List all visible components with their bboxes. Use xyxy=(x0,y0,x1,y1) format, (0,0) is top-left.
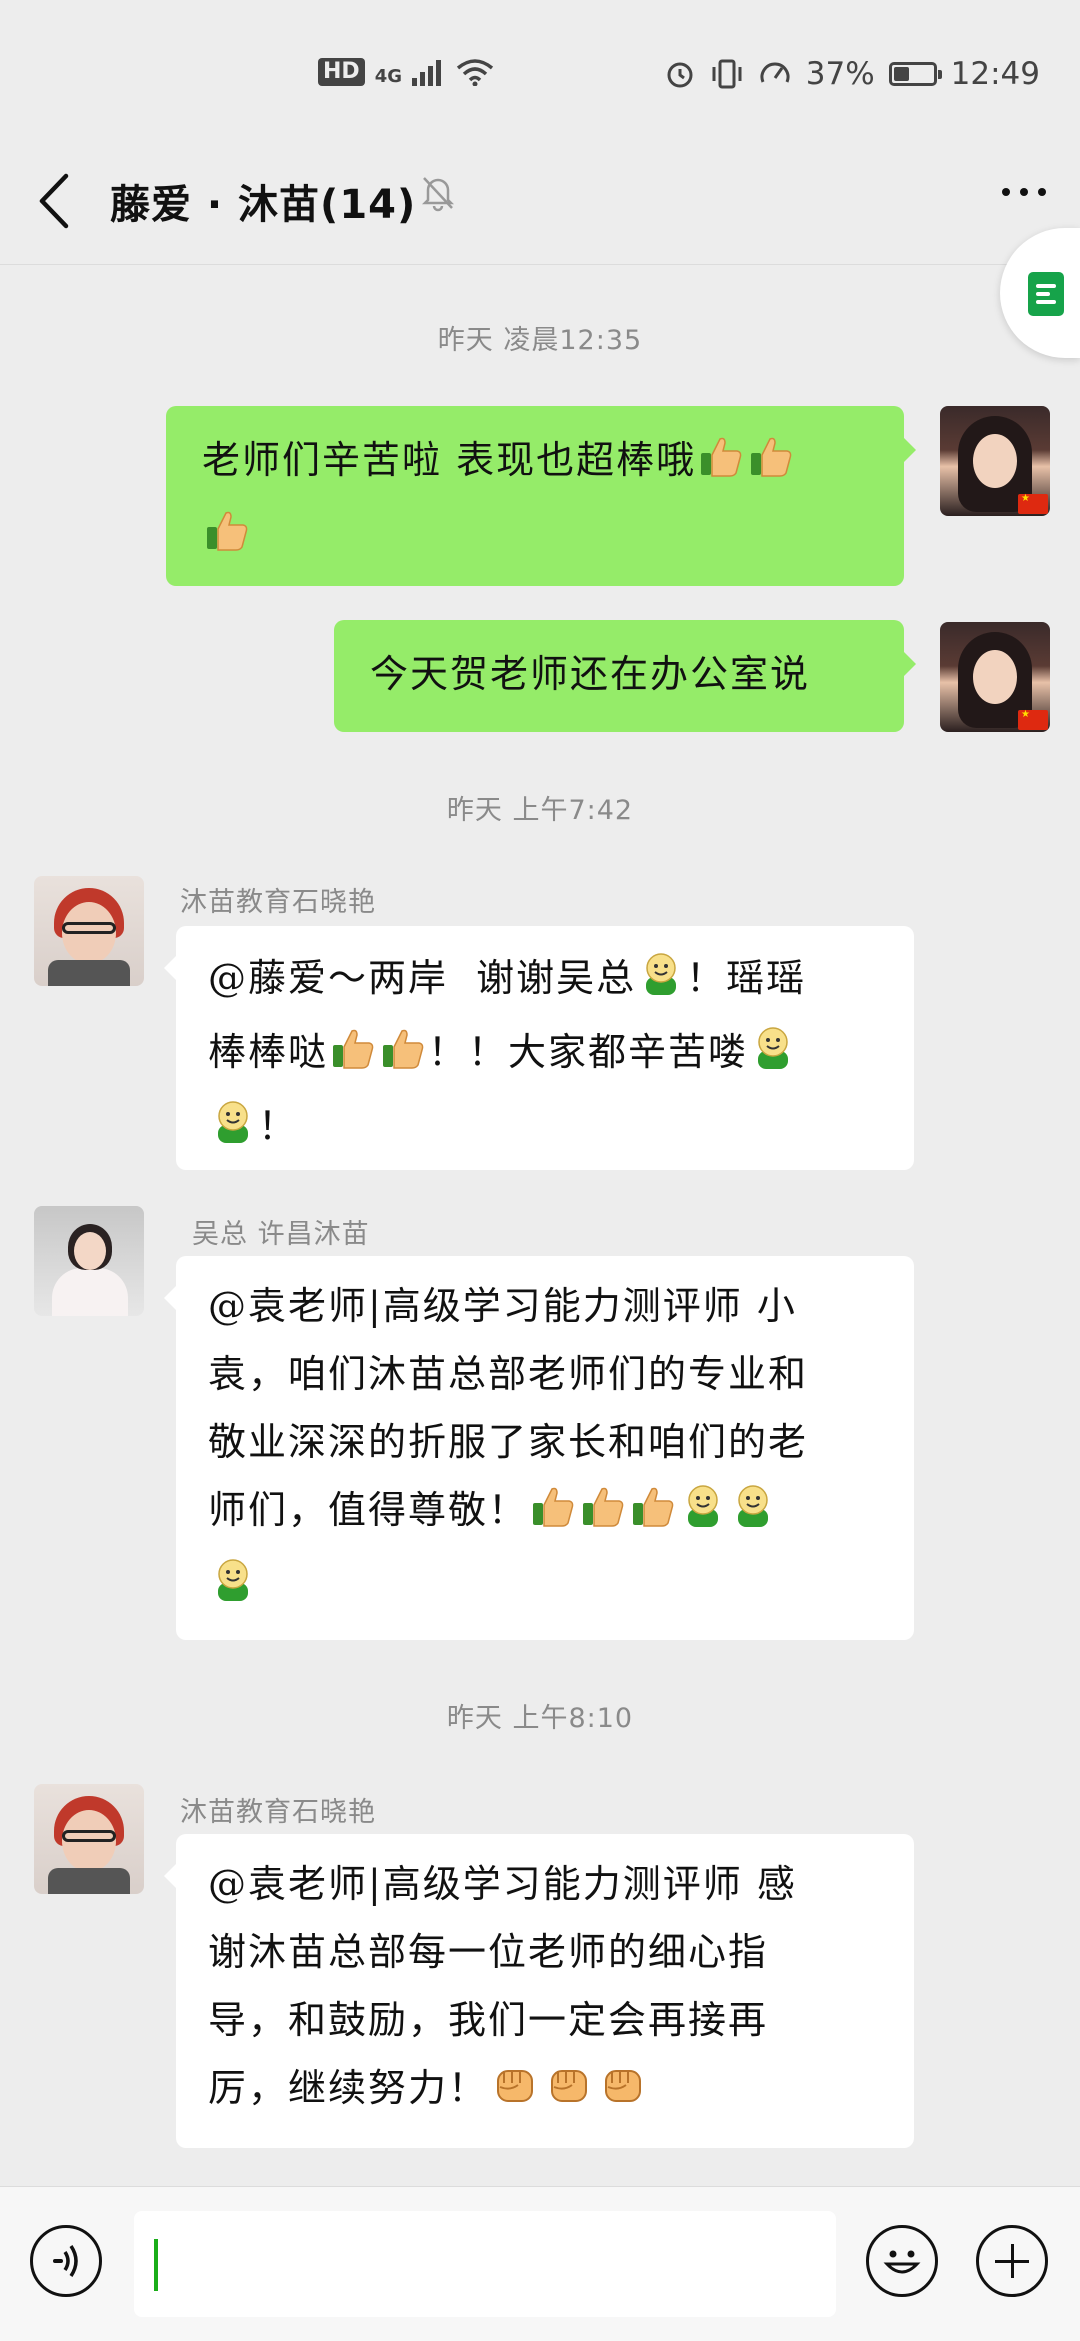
timestamp: 昨天 凌晨12:35 xyxy=(437,325,643,356)
text-caret xyxy=(154,2239,158,2291)
my-avatar[interactable] xyxy=(940,622,1050,732)
message-text: 谢沐苗总部每一位老师的细心指 xyxy=(208,1930,769,1974)
message-bubble[interactable]: @藤爱～两岸 谢谢吴总 ！瑶瑶 棒棒哒 ！！大家都辛苦喽 ！ xyxy=(164,926,914,1170)
wifi-icon xyxy=(456,59,494,86)
thumbs-up-emoji xyxy=(630,1482,676,1550)
message-text: 厉，继续努力！ xyxy=(208,2066,489,2110)
my-avatar[interactable] xyxy=(940,406,1050,516)
plus-icon[interactable] xyxy=(976,2225,1048,2297)
my-message-bubble[interactable]: 今天贺老师还在办公室说 xyxy=(334,620,916,732)
smile-emoji xyxy=(210,1556,256,1624)
input-bar xyxy=(0,2186,1080,2341)
fist-emoji xyxy=(598,2060,648,2128)
chat-title: 藤爱 · 沐苗(14) xyxy=(110,182,417,228)
message-input[interactable] xyxy=(134,2211,836,2317)
smile-emoji xyxy=(730,1482,776,1550)
thumbs-up-emoji xyxy=(698,432,744,500)
sender-name: 吴总 许昌沐苗 xyxy=(192,1219,370,1250)
sender-avatar[interactable] xyxy=(34,876,144,986)
timestamp: 昨天 上午8:10 xyxy=(446,1703,634,1734)
thumbs-up-emoji xyxy=(530,1482,576,1550)
note-doc-icon xyxy=(1028,272,1064,316)
message-bubble[interactable]: @袁老师|高级学习能力测评师 小 袁，咱们沐苗总部老师们的专业和 敬业深深的折服… xyxy=(164,1256,914,1640)
message-text: 导，和鼓励，我们一定会再接再 xyxy=(208,1998,769,2042)
more-dots-icon[interactable] xyxy=(1002,188,1046,196)
message-text: 师们，值得尊敬！ xyxy=(208,1488,529,1532)
battery-percent: 37% xyxy=(805,56,875,92)
thumbs-up-emoji xyxy=(380,1024,426,1092)
back-arrow-icon[interactable] xyxy=(30,166,82,236)
thumbs-up-emoji xyxy=(204,506,250,574)
thumbs-up-emoji xyxy=(748,432,794,500)
network-type: 4G xyxy=(374,66,402,87)
battery-icon xyxy=(888,62,942,86)
message-text: ！瑶瑶 xyxy=(686,956,807,1000)
sender-avatar[interactable] xyxy=(34,1784,144,1894)
message-text: @藤爱～两岸 谢谢吴总 xyxy=(208,956,637,1000)
smile-emoji xyxy=(210,1098,256,1166)
timestamp: 昨天 上午7:42 xyxy=(446,795,634,826)
smile-emoji xyxy=(680,1482,726,1550)
sender-name: 沐苗教育石晓艳 xyxy=(180,887,376,918)
thumbs-up-emoji xyxy=(580,1482,626,1550)
message-text: ！！大家都辛苦喽 xyxy=(428,1030,749,1074)
thumbs-up-emoji xyxy=(330,1024,376,1092)
signal-icon xyxy=(412,60,441,86)
mute-bell-icon xyxy=(421,177,455,212)
status-right: 37% 12:49 xyxy=(664,56,1040,92)
china-flag-icon xyxy=(1018,709,1048,730)
message-text: 棒棒哒 xyxy=(208,1030,329,1074)
emoji-icon[interactable] xyxy=(866,2225,938,2297)
china-flag-icon xyxy=(1018,493,1048,514)
message-text: @袁老师|高级学习能力测评师 感 xyxy=(208,1862,797,1906)
sender-name: 沐苗教育石晓艳 xyxy=(180,1797,376,1828)
message-text: 敬业深深的折服了家长和咱们的老 xyxy=(208,1420,809,1464)
fist-emoji xyxy=(544,2060,594,2128)
clock: 12:49 xyxy=(950,56,1040,92)
hd-badge: HD xyxy=(318,58,365,86)
voice-icon[interactable] xyxy=(30,2225,102,2297)
message-text: 袁，咱们沐苗总部老师们的专业和 xyxy=(208,1352,809,1396)
message-bubble[interactable]: @袁老师|高级学习能力测评师 感 谢沐苗总部每一位老师的细心指 导，和鼓励，我们… xyxy=(164,1834,914,2148)
message-text: 今天贺老师还在办公室说 xyxy=(370,652,811,696)
smile-emoji xyxy=(750,1024,796,1092)
data-saver-icon xyxy=(760,62,790,83)
status-left: HD 4G xyxy=(318,58,494,86)
alarm-icon xyxy=(667,62,693,88)
my-message-bubble[interactable]: 老师们辛苦啦 表现也超棒哦 xyxy=(166,406,916,586)
chat-header: 藤爱 · 沐苗(14) xyxy=(0,150,1080,265)
smile-emoji xyxy=(638,950,684,1018)
status-bar: HD 4G 37% 12:49 xyxy=(0,0,1080,150)
message-text: ！ xyxy=(258,1104,299,1148)
sender-avatar[interactable] xyxy=(34,1206,144,1316)
fist-emoji xyxy=(490,2060,540,2128)
message-text: 老师们辛苦啦 表现也超棒哦 xyxy=(202,438,697,482)
message-text: @袁老师|高级学习能力测评师 小 xyxy=(208,1284,797,1328)
vibrate-icon xyxy=(712,59,742,89)
